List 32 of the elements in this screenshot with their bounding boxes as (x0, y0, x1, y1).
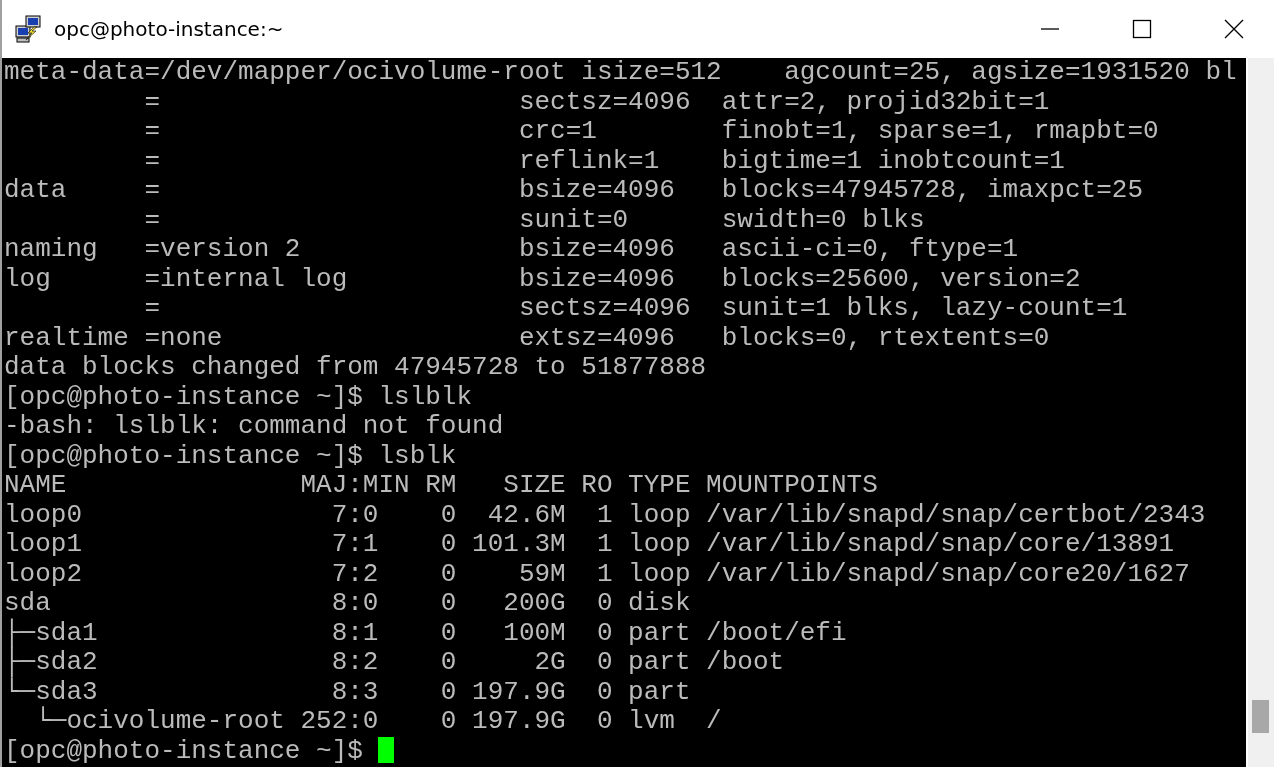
terminal-line: sda 8:0 0 200G 0 disk (4, 588, 691, 618)
terminal-line: = sunit=0 swidth=0 blks (143, 204, 925, 235)
terminal-line: data blocks changed from 47945728 to 51877888 (4, 352, 707, 382)
terminal-line: = reflink=1 bigtime=1 inobtcount=1 (143, 145, 1065, 176)
terminal-line: loop2 7:2 0 59M 1 loop /var/lib/snapd/snap/core20/1627 (4, 558, 1190, 589)
window-title: opc@photo-instance:~ (54, 17, 285, 41)
terminal-line: ├─sda1 8:1 0 100M 0 part /boot/efi (4, 617, 847, 648)
terminal-line: [opc@photo-instance ~]$ (4, 735, 364, 766)
terminal-line: = sectsz=4096 sunit=1 blks, lazy-count=1 (143, 293, 1128, 323)
terminal-line: ├─sda2 8:2 0 2G 0 part /boot (4, 647, 785, 677)
minimize-icon (1040, 28, 1060, 30)
terminal-line: naming =version 2 bsize=4096 ascii-ci=0, ftype=1 (4, 234, 1019, 264)
terminal-line: = crc=1 finobt=1, sparse=1, rmapbt=0 (143, 116, 1159, 146)
computers-icon (14, 14, 44, 44)
terminal-line: NAME MAJ:MIN RM SIZE RO TYPE MOUNTPOINTS (4, 470, 878, 500)
terminal-line: └─ocivolume-root 252:0 0 197.9G 0 lvm / (34, 706, 722, 736)
terminal-line: data = bsize=4096 blocks=47945728, imaxpct=25 (4, 175, 1143, 205)
terminal-line: [opc@photo-instance ~]$ lsblk (4, 440, 457, 471)
terminal-line: └─sda3 8:3 0 197.9G 0 part (4, 676, 691, 707)
terminal-line: [opc@photo-instance ~]$ lslblk (4, 381, 473, 412)
text-cursor (378, 736, 395, 763)
terminal-line: meta-data=/dev/mapper/ocivolume-root isize=512 agcount=25, agsize=1931520 bl (4, 58, 1237, 87)
scrollbar-track[interactable] (1248, 58, 1274, 767)
terminal-line: log =internal log bsize=4096 blocks=25600, version=2 (4, 263, 1081, 294)
scroll-thumb[interactable] (1252, 700, 1269, 733)
terminal-line: = sectsz=4096 attr=2, projid32bit=1 (143, 86, 1050, 117)
terminal-line: realtime =none extsz=4096 blocks=0, rtextents=0 (4, 322, 1050, 353)
terminal-line: loop1 7:1 0 101.3M 1 loop /var/lib/snapd/snap/core/13891 (4, 529, 1175, 559)
terminal-line: -bash: lslblk: command not found (4, 411, 504, 441)
maximize-icon (1132, 19, 1152, 39)
close-icon (1224, 19, 1244, 39)
terminal-line: loop0 7:0 0 42.6M 1 loop /var/lib/snapd/snap/certbot/2343 (4, 499, 1206, 530)
